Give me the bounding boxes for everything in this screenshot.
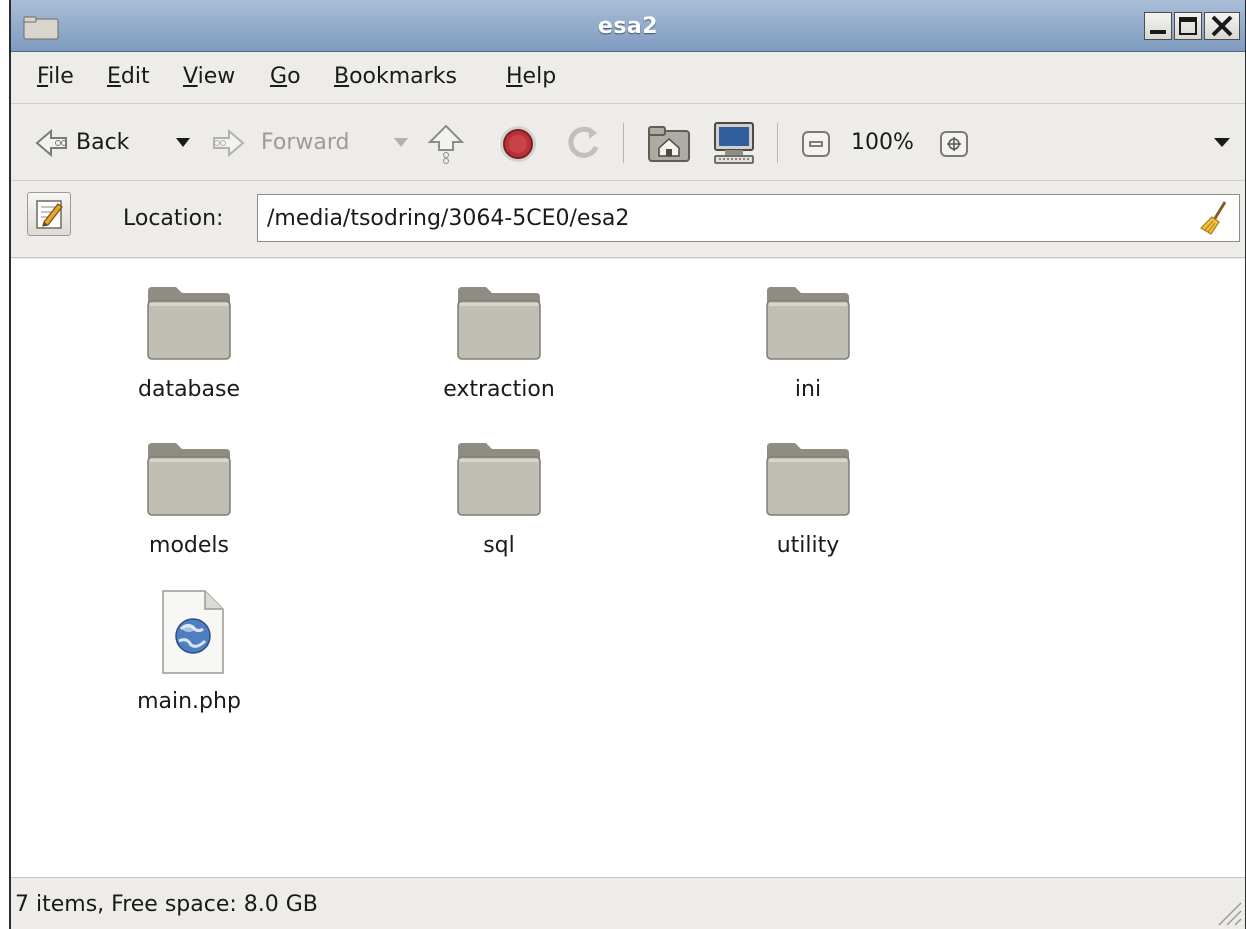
location-bar: Location: [11, 182, 1245, 258]
home-folder-icon[interactable] [647, 123, 691, 163]
menu-help-label: elp [522, 64, 557, 89]
forward-button[interactable]: Forward [209, 105, 394, 181]
toolbar: Back Forward 100% [11, 105, 1245, 181]
back-button[interactable]: Back [29, 105, 174, 181]
folder-icon [766, 443, 850, 516]
computer-icon[interactable] [711, 121, 757, 165]
file-name: ini [794, 377, 822, 402]
folder-item-models[interactable]: models [89, 439, 289, 558]
zoom-level[interactable]: 100% [851, 130, 914, 155]
maximize-icon [1179, 17, 1197, 35]
folder-item-utility[interactable]: utility [708, 439, 908, 558]
back-history-dropdown-icon[interactable] [175, 136, 191, 148]
folder-icon [147, 443, 231, 516]
menu-view[interactable]: View [183, 64, 235, 89]
zoom-in-icon[interactable] [939, 130, 969, 158]
back-label: Back [76, 130, 130, 155]
folder-item-sql[interactable]: sql [399, 439, 599, 558]
forward-label: Forward [261, 130, 350, 155]
resize-grip-icon[interactable] [1213, 897, 1243, 927]
folder-icon [147, 287, 231, 360]
clear-location-broom-icon[interactable] [1199, 200, 1229, 236]
status-text: 7 items, Free space: 8.0 GB [15, 892, 318, 917]
file-name: models [149, 533, 229, 558]
menu-edit[interactable]: Edit [107, 64, 150, 89]
back-arrow-icon [35, 128, 67, 158]
toolbar-overflow-icon[interactable] [1213, 136, 1231, 148]
toolbar-separator [623, 123, 624, 163]
menu-view-label: iew [197, 64, 236, 89]
minimize-button[interactable] [1144, 12, 1172, 40]
menu-bookmarks[interactable]: Bookmarks [334, 64, 457, 89]
minimize-icon [1150, 30, 1166, 34]
folder-item-database[interactable]: database [89, 283, 289, 402]
stop-icon[interactable] [497, 123, 539, 165]
file-name: utility [776, 533, 840, 558]
file-item-main-php[interactable]: main.php [89, 589, 289, 714]
menu-go[interactable]: Go [270, 64, 301, 89]
location-input[interactable] [257, 194, 1240, 242]
menu-bar: File Edit View Go Bookmarks Help [11, 52, 1245, 104]
reload-icon[interactable] [563, 123, 603, 165]
status-bar: 7 items, Free space: 8.0 GB [11, 877, 1245, 929]
maximize-button[interactable] [1174, 12, 1202, 40]
menu-file-label: ile [48, 64, 74, 89]
menu-edit-label: dit [120, 64, 150, 89]
menu-go-mnemonic: G [270, 64, 288, 89]
file-name: database [138, 377, 240, 402]
close-button[interactable] [1204, 12, 1240, 40]
file-manager-window: esa2 File Edit View Go Bookmarks Help Ba… [9, 0, 1246, 929]
folder-item-extraction[interactable]: extraction [399, 283, 599, 402]
window-title: esa2 [597, 14, 659, 39]
toggle-location-entry-button[interactable] [27, 192, 71, 236]
forward-history-dropdown-icon[interactable] [393, 136, 409, 148]
folder-icon [457, 287, 541, 360]
menu-bookmarks-mnemonic: B [334, 64, 350, 89]
close-icon [1211, 15, 1233, 37]
zoom-out-icon[interactable] [801, 130, 831, 158]
folder-icon [766, 287, 850, 360]
menu-help[interactable]: Help [506, 64, 556, 89]
folder-icon [457, 443, 541, 516]
file-name: sql [483, 533, 515, 558]
file-name: extraction [443, 377, 555, 402]
toolbar-separator [777, 123, 778, 163]
menu-file-mnemonic: F [37, 64, 49, 89]
forward-arrow-icon [213, 128, 245, 158]
menu-view-mnemonic: V [183, 64, 198, 89]
file-name: main.php [137, 689, 241, 714]
location-label: Location: [123, 206, 224, 231]
folder-item-ini[interactable]: ini [708, 283, 908, 402]
pencil-note-icon [36, 200, 63, 229]
menu-bookmarks-label: ookmarks [349, 64, 457, 89]
menu-edit-mnemonic: E [107, 64, 121, 89]
file-icon-view[interactable]: database extraction ini models sql utili… [11, 259, 1245, 877]
title-bar[interactable]: esa2 [11, 0, 1245, 52]
menu-go-label: o [287, 64, 301, 89]
php-file-icon [162, 590, 224, 674]
menu-help-mnemonic: H [506, 64, 523, 89]
menu-file[interactable]: File [37, 64, 74, 89]
up-arrow-icon[interactable] [426, 123, 466, 165]
